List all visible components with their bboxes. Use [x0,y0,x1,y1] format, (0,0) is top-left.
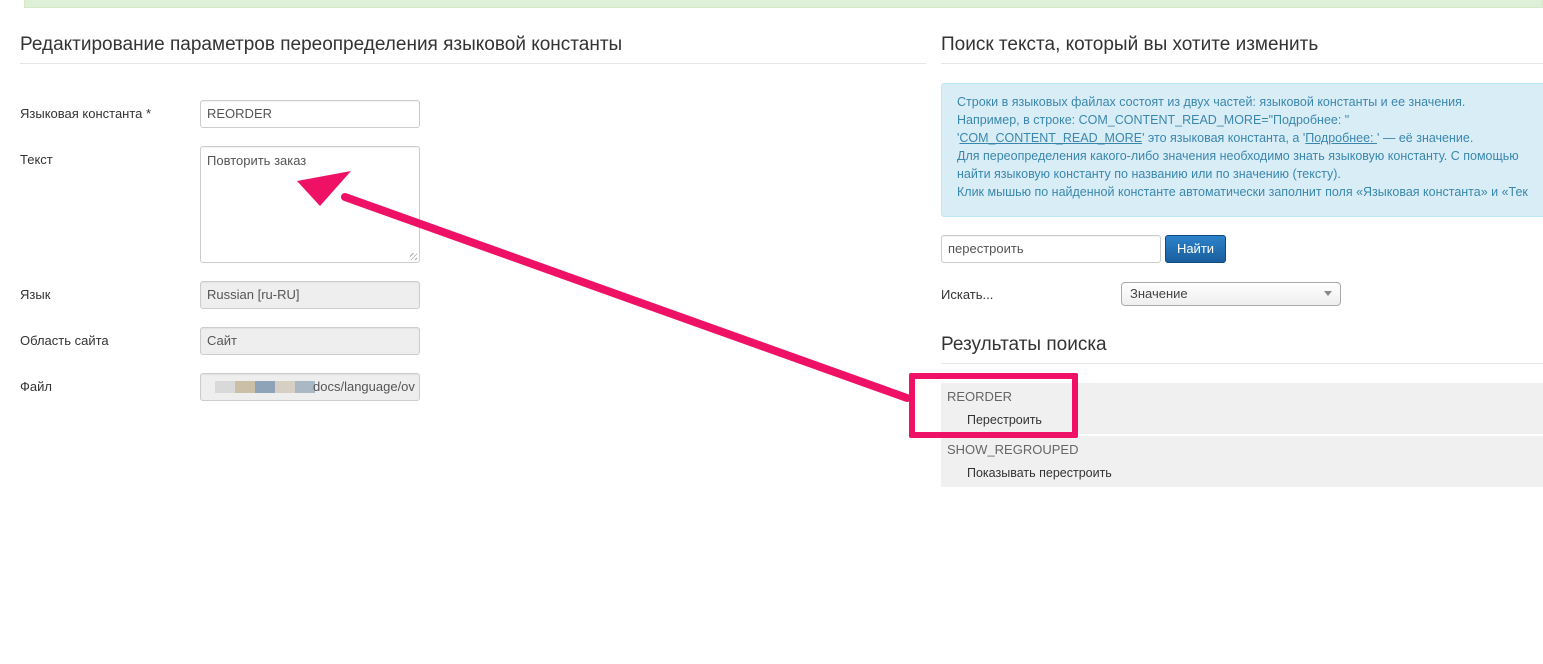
file-label: Файл [20,379,52,394]
constant-input[interactable]: REORDER [200,100,420,128]
text-textarea[interactable]: Повторить заказ [200,146,420,263]
info-line-5: найти языковую константу по названию или… [957,167,1341,181]
resize-grip-icon[interactable] [410,253,417,260]
edit-section-title: Редактирование параметров переопределени… [20,34,623,55]
info-line-4: Для переопределения какого-либо значения… [957,149,1519,163]
info-line-3: 'COM_CONTENT_READ_MORE' это языковая кон… [957,131,1474,145]
find-button[interactable]: Найти [1165,235,1226,263]
file-input: docs/language/ov [200,373,420,401]
chevron-down-icon [1324,291,1332,296]
search-in-selected-value: Значение [1130,286,1188,301]
language-label: Язык [20,287,51,302]
constant-label: Языковая константа * [20,106,152,121]
result-item[interactable]: SHOW_REGROUPED Показывать перестроить [941,436,1543,487]
annotation-highlight-box [909,373,1078,438]
result-constant: SHOW_REGROUPED [947,442,1079,457]
info-line-6: Клик мышью по найденной константе автома… [957,185,1528,199]
results-title: Результаты поиска [941,334,1107,355]
language-input: Russian [ru-RU] [200,281,420,309]
site-area-label: Область сайта [20,333,109,348]
info-example-value: Подробнее: [1305,131,1378,145]
info-line-2: Например, в строке: COM_CONTENT_READ_MOR… [957,113,1350,127]
info-alert: Строки в языковых файлах состоят из двух… [941,83,1543,217]
redacted-path-blur [215,381,315,393]
text-label: Текст [20,152,53,167]
results-divider [941,363,1543,364]
result-value: Показывать перестроить [967,466,1112,480]
search-in-label: Искать... [941,287,994,302]
site-area-input: Сайт [200,327,420,355]
file-path-text: docs/language/ov [313,379,415,394]
success-message-bar [24,0,1543,8]
search-input[interactable]: перестроить [941,235,1161,263]
info-line-1: Строки в языковых файлах состоят из двух… [957,95,1466,109]
edit-section-divider [20,63,926,64]
search-section-title: Поиск текста, который вы хотите изменить [941,34,1319,55]
text-textarea-value: Повторить заказ [207,153,307,168]
search-in-select[interactable]: Значение [1121,282,1341,306]
info-example-constant: COM_CONTENT_READ_MORE [959,131,1143,145]
search-section-divider [941,63,1543,64]
